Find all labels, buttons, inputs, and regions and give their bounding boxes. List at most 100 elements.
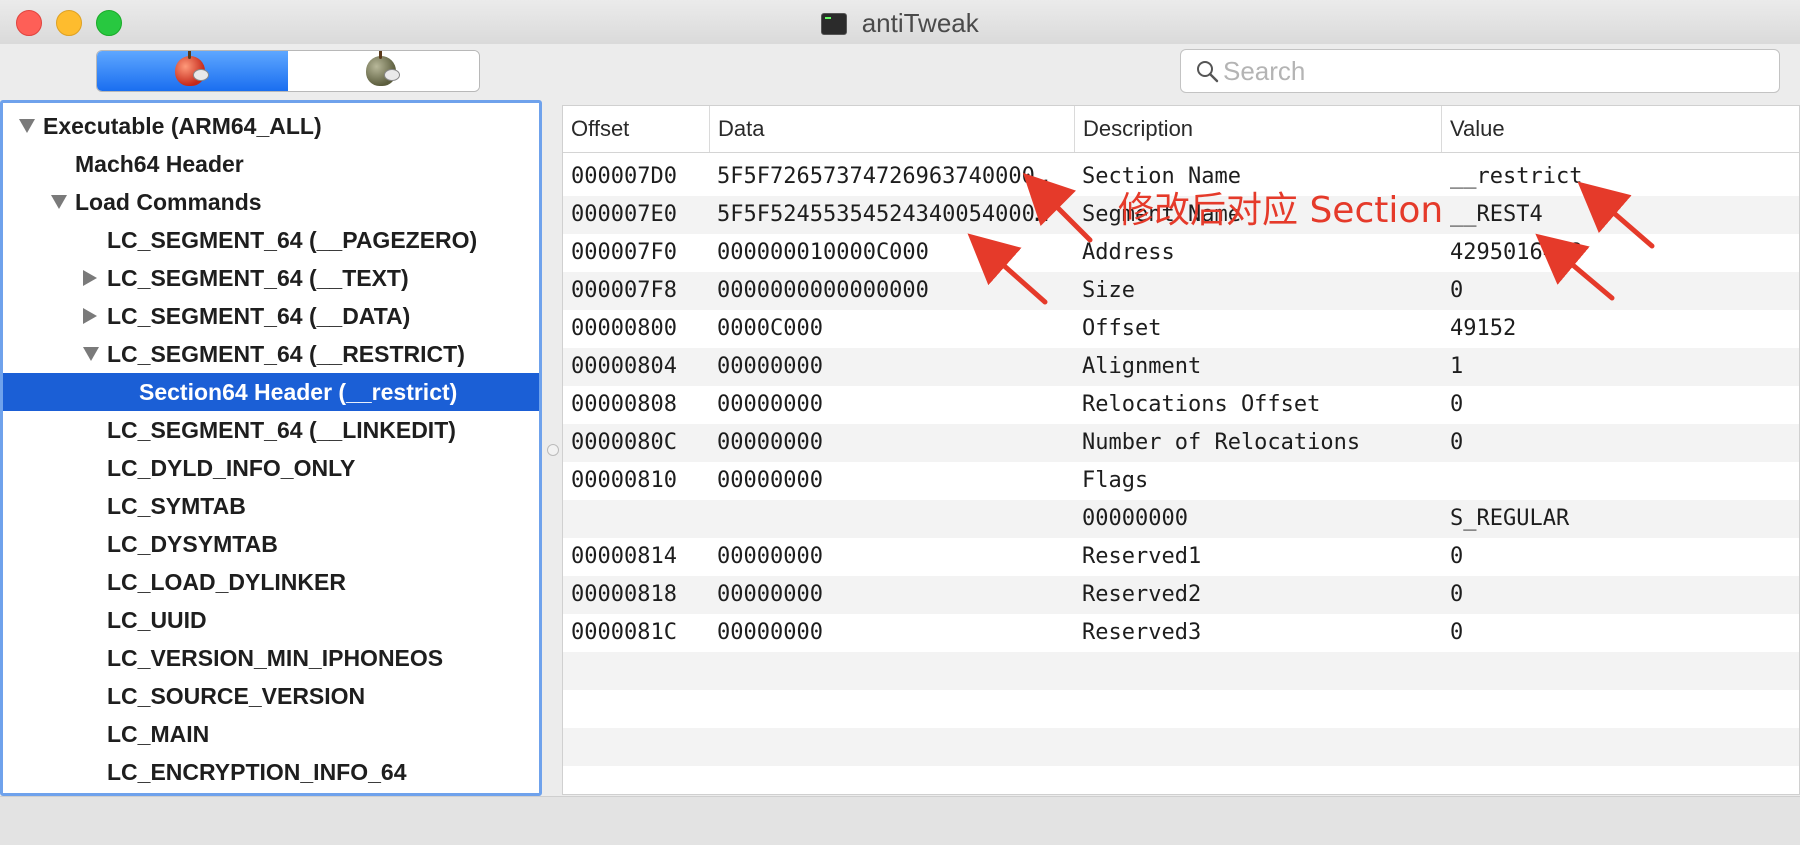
cell-value: 0 xyxy=(1450,582,1464,607)
tree-item-label: LC_SEGMENT_64 (__LINKEDIT) xyxy=(107,417,456,443)
tree-item-label: LC_UUID xyxy=(107,607,207,633)
cell-offset: 0000081C xyxy=(571,620,677,645)
cell-value: __restrict xyxy=(1450,164,1583,189)
tree-item[interactable]: LC_SOURCE_VERSION xyxy=(3,677,539,715)
empty-table-row xyxy=(563,652,1799,690)
raw-view-segment[interactable] xyxy=(97,51,288,91)
tree-item[interactable]: LC_ENCRYPTION_INFO_64 xyxy=(3,753,539,791)
bottom-status-bar xyxy=(0,796,1800,845)
tree-item[interactable]: Executable (ARM64_ALL) xyxy=(3,107,539,145)
table-row[interactable]: 00000000 S_REGULAR xyxy=(563,500,1799,538)
tree-item[interactable]: Section64 Header (__restrict) xyxy=(3,373,539,411)
cell-data: 00000000 xyxy=(717,392,823,417)
window-title: antiTweak xyxy=(861,8,979,38)
tree-item[interactable]: LC_SEGMENT_64 (__TEXT) xyxy=(3,259,539,297)
table-row[interactable]: 00000814 00000000 Reserved1 0 xyxy=(563,538,1799,576)
cell-offset: 000007D0 xyxy=(571,164,677,189)
cell-value: 0 xyxy=(1450,278,1464,303)
search-input[interactable] xyxy=(1221,54,1765,88)
table-row[interactable]: 00000818 00000000 Reserved2 0 xyxy=(563,576,1799,614)
cell-description: Reserved1 xyxy=(1082,544,1202,569)
cell-value: S_REGULAR xyxy=(1450,506,1570,531)
load-commands-tree[interactable]: Executable (ARM64_ALL) Mach64 Header Load … xyxy=(0,100,542,796)
tree-item[interactable]: LC_SEGMENT_64 (__DATA) xyxy=(3,297,539,335)
cell-description: Alignment xyxy=(1082,354,1202,379)
search-icon xyxy=(1197,61,1219,83)
cell-description: Offset xyxy=(1082,316,1162,341)
cell-description: Size xyxy=(1082,278,1135,303)
tree-item[interactable]: LC_DYLD_INFO_ONLY xyxy=(3,449,539,487)
cell-data: 00000000 xyxy=(717,582,823,607)
cell-offset: 00000808 xyxy=(571,392,677,417)
column-header-data[interactable]: Data xyxy=(709,106,1074,152)
title-bar: antiTweak xyxy=(0,0,1800,44)
green-apple-icon xyxy=(366,51,400,86)
table-row[interactable]: 0000080C 00000000 Number of Relocations 0 xyxy=(563,424,1799,462)
window-title-area: antiTweak xyxy=(0,8,1800,39)
disclosure-expanded-icon[interactable] xyxy=(19,119,35,133)
cell-offset: 000007E0 xyxy=(571,202,677,227)
tree-item[interactable]: LC_DYSYMTAB xyxy=(3,525,539,563)
disclosure-collapsed-icon[interactable] xyxy=(83,270,97,286)
tree-item[interactable]: Mach64 Header xyxy=(3,145,539,183)
rva-view-segment[interactable] xyxy=(288,51,479,91)
tree-item[interactable]: LC_SEGMENT_64 (__LINKEDIT) xyxy=(3,411,539,449)
tree-item[interactable]: Load Commands xyxy=(3,183,539,221)
disclosure-expanded-icon[interactable] xyxy=(51,195,67,209)
empty-table-row xyxy=(563,766,1799,794)
table-row[interactable]: 000007F8 0000000000000000 Size 0 xyxy=(563,272,1799,310)
cell-value: __REST4 xyxy=(1450,202,1543,227)
tree-item[interactable]: LC_SEGMENT_64 (__RESTRICT) xyxy=(3,335,539,373)
tree-item-label: LC_DYSYMTAB xyxy=(107,531,278,557)
tree-item[interactable]: LC_UUID xyxy=(3,601,539,639)
table-row[interactable]: 00000800 0000C000 Offset 49152 xyxy=(563,310,1799,348)
cell-offset: 00000800 xyxy=(571,316,677,341)
tree-item-label: Mach64 Header xyxy=(75,151,244,177)
cell-offset: 00000810 xyxy=(571,468,677,493)
cell-data: 00000000 xyxy=(717,468,823,493)
app-window: antiTweak Executable (ARM64_ALL) Mach64 H… xyxy=(0,0,1800,845)
search-field[interactable] xyxy=(1180,49,1780,93)
cell-value: 0 xyxy=(1450,620,1464,645)
cell-data: 0000C000 xyxy=(717,316,823,341)
tree-item-label: LC_LOAD_DYLINKER xyxy=(107,569,346,595)
column-header-offset[interactable]: Offset xyxy=(563,106,709,152)
table-row[interactable]: 00000808 00000000 Relocations Offset 0 xyxy=(563,386,1799,424)
cell-value: 0 xyxy=(1450,392,1464,417)
table-row[interactable]: 0000081C 00000000 Reserved3 0 xyxy=(563,614,1799,652)
empty-table-row xyxy=(563,690,1799,728)
tree-item-label: LC_DYLD_INFO_ONLY xyxy=(107,455,356,481)
cell-value: 0 xyxy=(1450,430,1464,455)
tree-item[interactable]: LC_VERSION_MIN_IPHONEOS xyxy=(3,639,539,677)
cell-offset: 0000080C xyxy=(571,430,677,455)
tree-item-label: Load Commands xyxy=(75,189,262,215)
disclosure-collapsed-icon[interactable] xyxy=(83,308,97,324)
cell-offset: 000007F0 xyxy=(571,240,677,265)
red-apple-icon xyxy=(175,51,209,86)
cell-description: Number of Relocations xyxy=(1082,430,1361,455)
table-row[interactable]: 00000810 00000000 Flags xyxy=(563,462,1799,500)
tree-item-label: LC_SEGMENT_64 (__PAGEZERO) xyxy=(107,227,478,253)
cell-description: Relocations Offset xyxy=(1082,392,1321,417)
cell-description: 00000000 xyxy=(1082,506,1188,531)
table-row[interactable]: 00000804 00000000 Alignment 1 xyxy=(563,348,1799,386)
tree-item-label: Section64 Header (__restrict) xyxy=(139,379,458,405)
tree-item-label: LC_SEGMENT_64 (__TEXT) xyxy=(107,265,409,291)
tree-item-label: LC_SYMTAB xyxy=(107,493,246,519)
cell-value: 1 xyxy=(1450,354,1464,379)
column-header-description[interactable]: Description xyxy=(1074,106,1441,152)
cell-data: 000000010000C000 xyxy=(717,240,929,265)
column-header-value[interactable]: Value xyxy=(1441,106,1799,152)
cell-offset: 00000804 xyxy=(571,354,677,379)
tree-item[interactable]: LC_LOAD_DYLINKER xyxy=(3,563,539,601)
cell-offset: 00000818 xyxy=(571,582,677,607)
tree-item[interactable]: LC_SEGMENT_64 (__PAGEZERO) xyxy=(3,221,539,259)
tree-item[interactable]: LC_SYMTAB xyxy=(3,487,539,525)
disclosure-expanded-icon[interactable] xyxy=(83,347,99,361)
table-row[interactable]: 000007F0 000000010000C000 Address 429501644… xyxy=(563,234,1799,272)
cell-value: 4295016448 xyxy=(1450,240,1583,265)
tree-item[interactable]: LC_MAIN xyxy=(3,715,539,753)
tree-item-label: LC_ENCRYPTION_INFO_64 xyxy=(107,759,407,785)
cell-data: 0000000000000000 xyxy=(717,278,929,303)
split-view-divider-handle[interactable] xyxy=(547,444,559,456)
